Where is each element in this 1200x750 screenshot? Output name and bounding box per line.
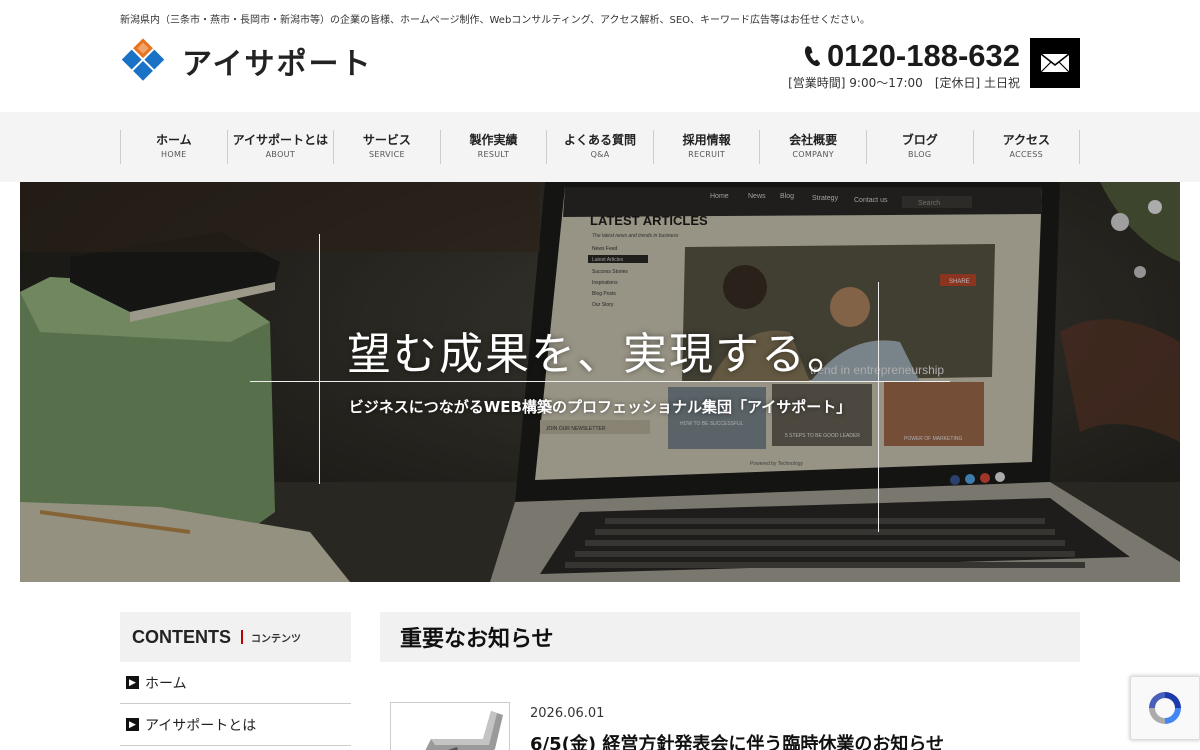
sidebar-item-label: アイサポートとは: [145, 717, 257, 734]
enter-key-illustration-icon: [425, 711, 503, 750]
nav-label: よくある質問: [564, 133, 637, 147]
sidebar-item-label: ホーム: [145, 675, 187, 692]
nav-label: ブログ: [901, 133, 938, 147]
nav-sublabel: SERVICE: [368, 150, 405, 159]
contents-sidebar: CONTENTS コンテンツ ▶ ホーム ▶ アイサポートとは: [120, 612, 351, 746]
nav-label: サービス: [362, 133, 411, 147]
global-navbar: ホーム HOME アイサポートとは ABOUT サービス SERVICE 製作実績 RE…: [0, 112, 1200, 182]
nav-label: ホーム: [155, 133, 192, 147]
phone-number-link[interactable]: 0120-188-632: [788, 40, 1020, 72]
nav-sublabel: HOME: [161, 150, 187, 159]
recaptcha-icon: [1149, 692, 1181, 724]
sidebar-title: CONTENTS: [132, 626, 231, 647]
nav-home[interactable]: ホーム HOME: [121, 130, 228, 164]
nav-label: 製作実績: [469, 133, 518, 147]
nav-sublabel: COMPANY: [792, 150, 834, 159]
main-content: 重要なお知らせ 2026.06.01 6/5(金) 経営方針発表会に伴う臨時休業…: [380, 612, 1080, 750]
news-thumbnail[interactable]: [390, 702, 510, 750]
nav-recruit[interactable]: 採用情報 RECRUIT: [654, 130, 761, 164]
sidebar-item-about[interactable]: ▶ アイサポートとは: [120, 704, 351, 746]
nav-sublabel: Q&A: [590, 150, 610, 159]
nav-blog[interactable]: ブログ BLOG: [867, 130, 974, 164]
opening-hours: [営業時間] 9:00～17:00: [788, 76, 923, 90]
arrow-right-icon: ▶: [126, 718, 139, 731]
site-tagline: 新潟県内（三条市・燕市・長岡市・新潟市等）の企業の皆様、ホームページ制作、Web…: [120, 15, 871, 26]
nav-access[interactable]: アクセス ACCESS: [974, 130, 1081, 164]
nav-sublabel: ABOUT: [265, 150, 296, 159]
hero-background-image: Home News Blog Strategy Contact us Searc…: [20, 182, 1180, 582]
nav-label: 採用情報: [682, 133, 731, 147]
news-title-link[interactable]: 6/5(金) 経営方針発表会に伴う臨時休業のお知らせ: [530, 730, 944, 750]
nav-sublabel: ACCESS: [1009, 150, 1044, 159]
section-heading: 重要なお知らせ: [380, 612, 1080, 662]
logo-text: アイサポート: [182, 47, 373, 82]
nav-about[interactable]: アイサポートとは ABOUT: [228, 130, 335, 164]
nav-qa[interactable]: よくある質問 Q&A: [547, 130, 654, 164]
hero-banner: Home News Blog Strategy Contact us Searc…: [20, 182, 1180, 582]
nav-label: アイサポートとは: [232, 133, 329, 147]
nav-label: アクセス: [1002, 133, 1050, 147]
nav-sublabel: BLOG: [908, 150, 932, 159]
nav-result[interactable]: 製作実績 RESULT: [441, 130, 548, 164]
news-date: 2026.06.01: [530, 706, 605, 721]
nav-label: 会社概要: [789, 133, 838, 147]
hero-title: 望む成果を、実現する。: [347, 329, 853, 380]
sidebar-header: CONTENTS コンテンツ: [120, 612, 351, 662]
hero-subtitle: ビジネスにつながるWEB構築のプロフェッショナル集団「アイサポート」: [348, 398, 852, 416]
global-nav: ホーム HOME アイサポートとは ABOUT サービス SERVICE 製作実績 RE…: [120, 130, 1081, 164]
business-hours: [営業時間] 9:00～17:00 [定休日] 土日祝: [788, 74, 1020, 91]
nav-company[interactable]: 会社概要 COMPANY: [760, 130, 867, 164]
contact-info: 0120-188-632 [営業時間] 9:00～17:00 [定休日] 土日祝: [788, 40, 1020, 91]
logo-diamond-icon: [121, 38, 165, 81]
arrow-right-icon: ▶: [126, 676, 139, 689]
phone-number: 0120-188-632: [826, 38, 1020, 73]
nav-sublabel: RECRUIT: [688, 150, 726, 159]
sidebar-item-home[interactable]: ▶ ホーム: [120, 662, 351, 704]
phone-icon: [804, 46, 820, 67]
recaptcha-badge[interactable]: [1130, 676, 1200, 740]
sidebar-subtitle: コンテンツ: [251, 633, 301, 645]
sidebar-title-divider: [241, 630, 243, 644]
holidays: [定休日] 土日祝: [934, 76, 1020, 90]
mail-contact-button[interactable]: [1030, 38, 1080, 88]
mail-icon: [1040, 53, 1070, 73]
nav-sublabel: RESULT: [477, 150, 510, 159]
site-logo[interactable]: アイサポート: [120, 38, 373, 84]
nav-service[interactable]: サービス SERVICE: [334, 130, 441, 164]
